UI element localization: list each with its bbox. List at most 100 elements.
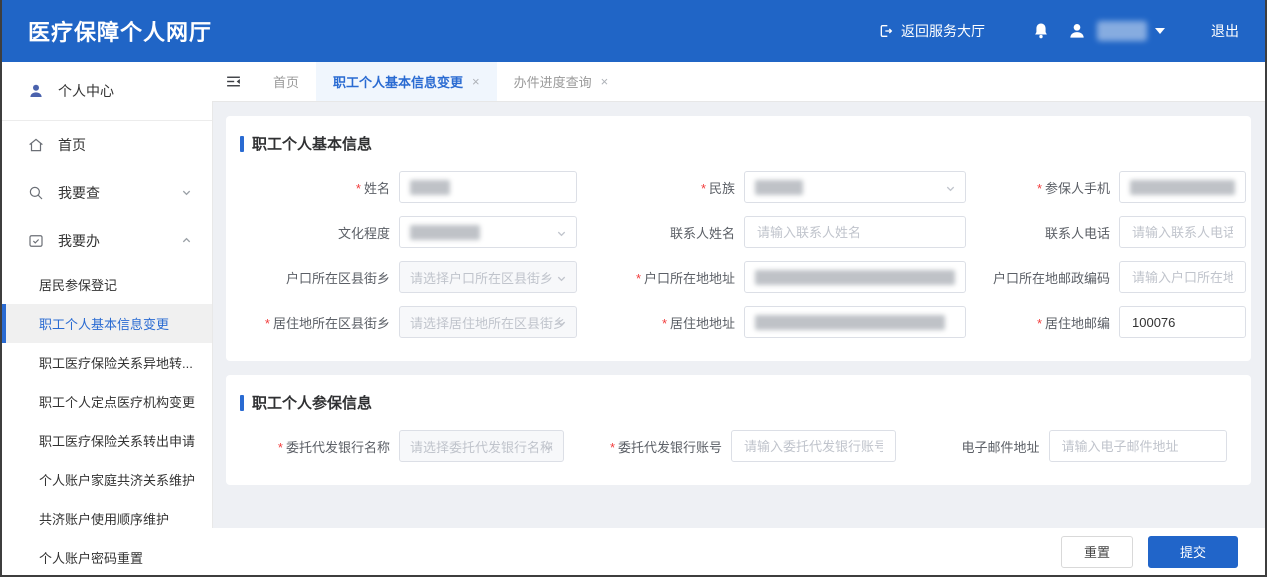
text-field[interactable]: [1119, 171, 1246, 203]
return-hall-label: 返回服务大厅: [901, 21, 985, 41]
tab-1[interactable]: 职工个人基本信息变更×: [316, 62, 497, 101]
redacted-value: [755, 180, 803, 195]
text-input[interactable]: [1130, 216, 1235, 248]
text-input[interactable]: [1060, 430, 1217, 462]
form-field: 电子邮件地址: [912, 430, 1238, 462]
sidebar-item-query[interactable]: 我要查: [2, 169, 212, 217]
sidebar-subitem-7[interactable]: 个人账户密码重置: [2, 538, 212, 575]
select-field[interactable]: 请选择居住地所在区县街乡: [399, 306, 577, 338]
sidebar-subitem-3[interactable]: 职工个人定点医疗机构变更: [2, 382, 212, 421]
form-field: *居住地所在区县街乡请选择居住地所在区县街乡: [240, 306, 587, 338]
sidebar-item-profile[interactable]: 个人中心: [2, 62, 212, 121]
text-field[interactable]: [1119, 261, 1246, 293]
chevron-down-icon: [181, 185, 192, 201]
text-field[interactable]: [744, 216, 966, 248]
submit-button[interactable]: 提交: [1148, 536, 1238, 568]
close-icon[interactable]: ×: [472, 75, 480, 88]
form-field: *姓名: [240, 171, 587, 203]
required-asterisk: *: [662, 316, 667, 331]
sidebar-subitem-4[interactable]: 职工医疗保险关系转出申请: [2, 421, 212, 460]
task-check-icon: [27, 232, 45, 250]
chevron-down-icon: [556, 318, 567, 329]
logout-button[interactable]: 退出: [1211, 21, 1239, 41]
cards-container: 职工个人基本信息 *姓名 *民族 *参保人手机文化程度联系人姓名联系人电话户口所在区县…: [212, 102, 1265, 528]
required-asterisk: *: [1037, 316, 1042, 331]
sidebar-subitem-label: 个人账户家庭共济关系维护: [39, 470, 195, 489]
select-placeholder: 请选择委托代发银行名称: [410, 437, 553, 456]
text-field[interactable]: [744, 306, 966, 338]
tab-2[interactable]: 办件进度查询 ×: [497, 62, 626, 101]
sidebar-item-label: 个人中心: [58, 81, 114, 101]
form-field: 文化程度: [240, 216, 587, 248]
return-hall-button[interactable]: 返回服务大厅: [878, 21, 985, 41]
text-input[interactable]: [755, 216, 955, 248]
form-field: *委托代发银行名称请选择委托代发银行名称: [240, 430, 574, 462]
select-field[interactable]: 请选择委托代发银行名称: [399, 430, 564, 462]
section-marker: [240, 395, 244, 411]
username-redacted[interactable]: [1097, 21, 1147, 41]
sidebar-item-apply[interactable]: 我要办: [2, 217, 212, 265]
bell-icon[interactable]: [1031, 21, 1051, 41]
search-icon: [27, 184, 45, 202]
field-label: 户口所在地邮政编码: [982, 268, 1119, 287]
select-field[interactable]: 请选择户口所在区县街乡: [399, 261, 577, 293]
sidebar-subitem-5[interactable]: 个人账户家庭共济关系维护: [2, 460, 212, 499]
field-label: *民族: [593, 178, 744, 197]
field-label: 户口所在区县街乡: [240, 268, 399, 287]
sidebar: 个人中心 首页 我要查: [2, 62, 212, 575]
form-field: *委托代发银行账号: [580, 430, 905, 462]
form-field: *参保人手机: [982, 171, 1256, 203]
user-avatar-icon[interactable]: [1067, 21, 1087, 41]
redacted-value: [755, 315, 945, 330]
text-input[interactable]: [1130, 261, 1235, 293]
person-icon: [27, 82, 45, 100]
select-field[interactable]: [399, 216, 577, 248]
form-field: 户口所在区县街乡请选择户口所在区县街乡: [240, 261, 587, 293]
menu-fold-icon[interactable]: [225, 73, 242, 90]
app-window: 医疗保障个人网厅 返回服务大厅: [0, 0, 1267, 577]
select-placeholder: 请选择居住地所在区县街乡: [410, 313, 566, 332]
form-field: *居住地邮编: [982, 306, 1256, 338]
tab-label: 办件进度查询: [514, 72, 592, 91]
home-icon: [27, 136, 45, 154]
form-field: 联系人姓名: [593, 216, 976, 248]
text-field[interactable]: [1119, 306, 1246, 338]
chevron-up-icon: [181, 233, 192, 249]
sidebar-subitem-label: 职工医疗保险关系异地转...: [39, 353, 193, 372]
sidebar-subitem-1[interactable]: 职工个人基本信息变更: [2, 304, 212, 343]
sidebar-item-home[interactable]: 首页: [2, 121, 212, 169]
text-input[interactable]: [1130, 306, 1235, 338]
text-field[interactable]: [399, 171, 577, 203]
field-label: 电子邮件地址: [912, 437, 1049, 456]
text-field[interactable]: [1049, 430, 1228, 462]
tab-0[interactable]: 首页: [256, 62, 316, 101]
chevron-down-icon: [556, 228, 567, 239]
sidebar-subitem-label: 居民参保登记: [39, 275, 117, 294]
redacted-value: [755, 270, 955, 285]
field-label: *参保人手机: [982, 178, 1119, 197]
form-field: 户口所在地邮政编码: [982, 261, 1256, 293]
required-asterisk: *: [701, 181, 706, 196]
text-field[interactable]: [744, 261, 966, 293]
section-title: 职工个人基本信息: [252, 133, 372, 154]
field-label: *居住地所在区县街乡: [240, 313, 399, 332]
sidebar-subitem-0[interactable]: 居民参保登记: [2, 265, 212, 304]
text-field[interactable]: [1119, 216, 1246, 248]
chevron-down-icon: [543, 442, 554, 453]
select-field[interactable]: [744, 171, 966, 203]
sidebar-item-label: 我要查: [58, 183, 100, 203]
top-bar: 医疗保障个人网厅 返回服务大厅: [2, 0, 1265, 62]
field-label: 联系人电话: [982, 223, 1119, 242]
sidebar-subitem-2[interactable]: 职工医疗保险关系异地转...: [2, 343, 212, 382]
header-actions: 返回服务大厅 退出: [878, 21, 1239, 41]
reset-button[interactable]: 重置: [1061, 536, 1133, 568]
close-icon[interactable]: ×: [601, 75, 609, 88]
app-title: 医疗保障个人网厅: [28, 15, 212, 47]
chevron-down-icon[interactable]: [1155, 28, 1165, 34]
form-field: *居住地地址: [593, 306, 976, 338]
sidebar-subitem-6[interactable]: 共济账户使用顺序维护: [2, 499, 212, 538]
text-input[interactable]: [742, 430, 884, 462]
footer-bar: 重置 提交: [212, 528, 1265, 575]
section-marker: [240, 136, 244, 152]
text-field[interactable]: [731, 430, 895, 462]
